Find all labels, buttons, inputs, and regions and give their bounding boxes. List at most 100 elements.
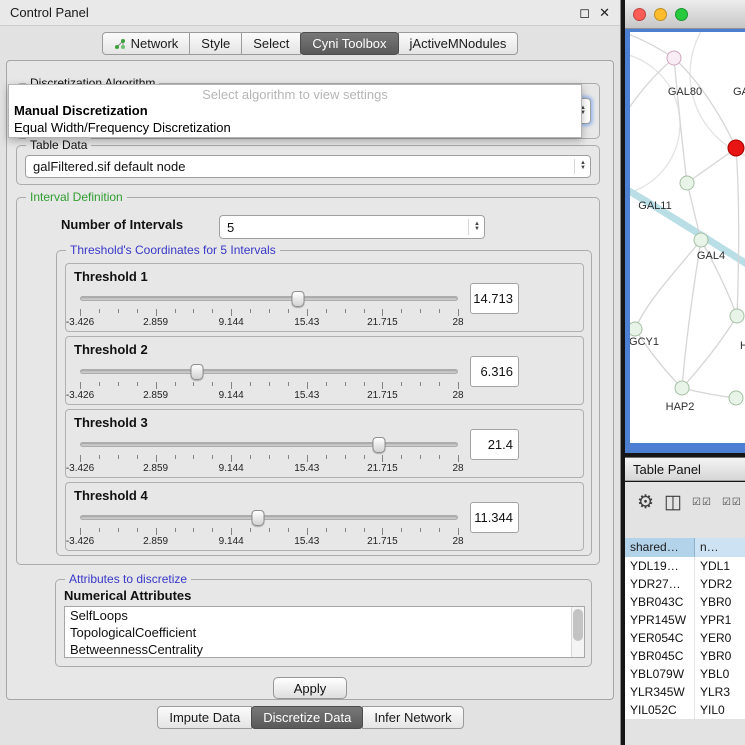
slider-track[interactable]	[80, 369, 458, 374]
dropdown-option-manual-discretization[interactable]: Manual Discretization	[9, 102, 581, 119]
columns-icon[interactable]: ◫	[664, 493, 682, 512]
slider-scale-labels: -3.4262.8599.14415.4321.71528	[80, 463, 458, 474]
graph-node[interactable]	[694, 233, 709, 248]
tab-style[interactable]: Style	[189, 32, 242, 55]
slider-track[interactable]	[80, 515, 458, 520]
table-panel-title: Table Panel	[633, 462, 701, 477]
threshold-slider[interactable]	[80, 291, 458, 307]
node-label-gcy1: GCY1	[630, 336, 659, 348]
tab-cyni-toolbox[interactable]: Cyni Toolbox	[300, 32, 398, 55]
table-row[interactable]: YIL052CYIL0	[625, 701, 745, 719]
cell[interactable]: YBL0	[695, 665, 745, 683]
slider-ticks	[80, 455, 458, 462]
list-scrollbar[interactable]	[571, 607, 584, 657]
slider-thumb[interactable]	[372, 437, 385, 453]
list-item[interactable]: SelfLoops	[65, 607, 584, 624]
interval-definition-group: Interval Definition Number of Intervals …	[16, 197, 600, 565]
float-window-icon[interactable]: ◻	[579, 6, 590, 19]
table-row[interactable]: YER054CYER0	[625, 629, 745, 647]
numerical-attributes-label: Numerical Attributes	[64, 588, 191, 603]
number-of-intervals-combo[interactable]: 5 ▲▼	[219, 215, 485, 239]
tab-label: Infer Network	[374, 710, 451, 725]
cell[interactable]: YBR045C	[625, 647, 695, 665]
cell[interactable]: YDR27…	[625, 575, 695, 593]
cell[interactable]: YBR043C	[625, 593, 695, 611]
select-rows-icon[interactable]: ☑☑	[722, 497, 742, 508]
group-title: Attributes to discretize	[65, 572, 191, 587]
threshold-value-input[interactable]	[470, 356, 519, 387]
network-window: GAL80 GAL11 GAL4 GCY1 HAP2 GA H	[625, 0, 745, 453]
node-label-gal11: GAL11	[638, 200, 671, 212]
threshold-slider[interactable]	[80, 510, 458, 526]
cell[interactable]: YPR145W	[625, 611, 695, 629]
graph-node[interactable]	[730, 309, 745, 324]
cell[interactable]: YPR1	[695, 611, 745, 629]
cell[interactable]: YDR2	[695, 575, 745, 593]
graph-node[interactable]	[729, 391, 744, 406]
threshold-value-input[interactable]	[470, 429, 519, 460]
table-row[interactable]: YBR043CYBR0	[625, 593, 745, 611]
tab-infer-network[interactable]: Infer Network	[362, 706, 463, 729]
cell[interactable]: YIL0	[695, 701, 745, 719]
minimize-traffic-light-icon[interactable]	[654, 8, 667, 21]
select-columns-icon[interactable]: ☑☑	[692, 497, 712, 508]
cell[interactable]: YDL19…	[625, 557, 695, 575]
cell[interactable]: YER054C	[625, 629, 695, 647]
column-header-shared[interactable]: shared…	[625, 538, 695, 557]
column-header-name[interactable]: n…	[695, 538, 745, 557]
threshold-slider[interactable]	[80, 364, 458, 380]
cell[interactable]: YLR3	[695, 683, 745, 701]
dropdown-placeholder: Select algorithm to view settings	[9, 85, 581, 102]
cell[interactable]: YBR0	[695, 593, 745, 611]
slider-track[interactable]	[80, 442, 458, 447]
table-row[interactable]: YPR145WYPR1	[625, 611, 745, 629]
slider-thumb[interactable]	[191, 364, 204, 380]
graph-node[interactable]	[667, 51, 682, 66]
table-row[interactable]: YDR27…YDR2	[625, 575, 745, 593]
table-row[interactable]: YLR345WYLR3	[625, 683, 745, 701]
slider-thumb[interactable]	[251, 510, 264, 526]
cell[interactable]: YDL1	[695, 557, 745, 575]
network-tab-icon	[114, 38, 126, 50]
tab-discretize-data[interactable]: Discretize Data	[251, 706, 363, 729]
right-panels: GAL80 GAL11 GAL4 GCY1 HAP2 GA H Table Pa…	[625, 0, 745, 745]
table-row[interactable]: YBL079WYBL0	[625, 665, 745, 683]
apply-button[interactable]: Apply	[273, 677, 347, 699]
thresholds-group: Threshold's Coordinates for 5 Intervals …	[56, 250, 592, 556]
cell[interactable]: YLR345W	[625, 683, 695, 701]
tab-select[interactable]: Select	[241, 32, 301, 55]
zoom-traffic-light-icon[interactable]	[675, 8, 688, 21]
tab-impute-data[interactable]: Impute Data	[157, 706, 252, 729]
close-window-icon[interactable]: ✕	[599, 6, 610, 19]
close-traffic-light-icon[interactable]	[633, 8, 646, 21]
slider-scale-labels: -3.4262.8599.14415.4321.71528	[80, 390, 458, 401]
dropdown-option-equal-width-frequency[interactable]: Equal Width/Frequency Discretization	[9, 119, 581, 136]
slider-track[interactable]	[80, 296, 458, 301]
cell[interactable]: YIL052C	[625, 701, 695, 719]
table-data-combo[interactable]: galFiltered.sif default node ▲▼	[25, 155, 591, 178]
graph-node[interactable]	[675, 381, 690, 396]
tab-network[interactable]: Network	[102, 32, 191, 55]
table-row[interactable]: YDL19…YDL1	[625, 557, 745, 575]
threshold-value-input[interactable]	[470, 502, 519, 533]
slider-ticks	[80, 382, 458, 389]
cell[interactable]: YBL079W	[625, 665, 695, 683]
numerical-attributes-list[interactable]: SelfLoops TopologicalCoefficient Between…	[64, 606, 585, 658]
cell[interactable]: YER0	[695, 629, 745, 647]
cell[interactable]: YBR0	[695, 647, 745, 665]
list-item[interactable]: BetweennessCentrality	[65, 641, 584, 658]
scrollbar-thumb[interactable]	[573, 609, 583, 641]
slider-thumb[interactable]	[292, 291, 305, 307]
gear-icon[interactable]: ⚙	[637, 493, 654, 512]
table-row[interactable]: YBR045CYBR0	[625, 647, 745, 665]
graph-node-selected[interactable]	[728, 140, 745, 157]
tab-jactivemnodules[interactable]: jActiveMNodules	[398, 32, 519, 55]
threshold-value-input[interactable]	[470, 283, 519, 314]
tab-label: Select	[253, 36, 289, 51]
tab-label: Discretize Data	[263, 710, 351, 725]
network-canvas[interactable]: GAL80 GAL11 GAL4 GCY1 HAP2 GA H	[630, 32, 745, 443]
graph-node[interactable]	[680, 176, 695, 191]
list-item[interactable]: TopologicalCoefficient	[65, 624, 584, 641]
number-of-intervals-label: Number of Intervals	[61, 217, 183, 232]
threshold-slider[interactable]	[80, 437, 458, 453]
